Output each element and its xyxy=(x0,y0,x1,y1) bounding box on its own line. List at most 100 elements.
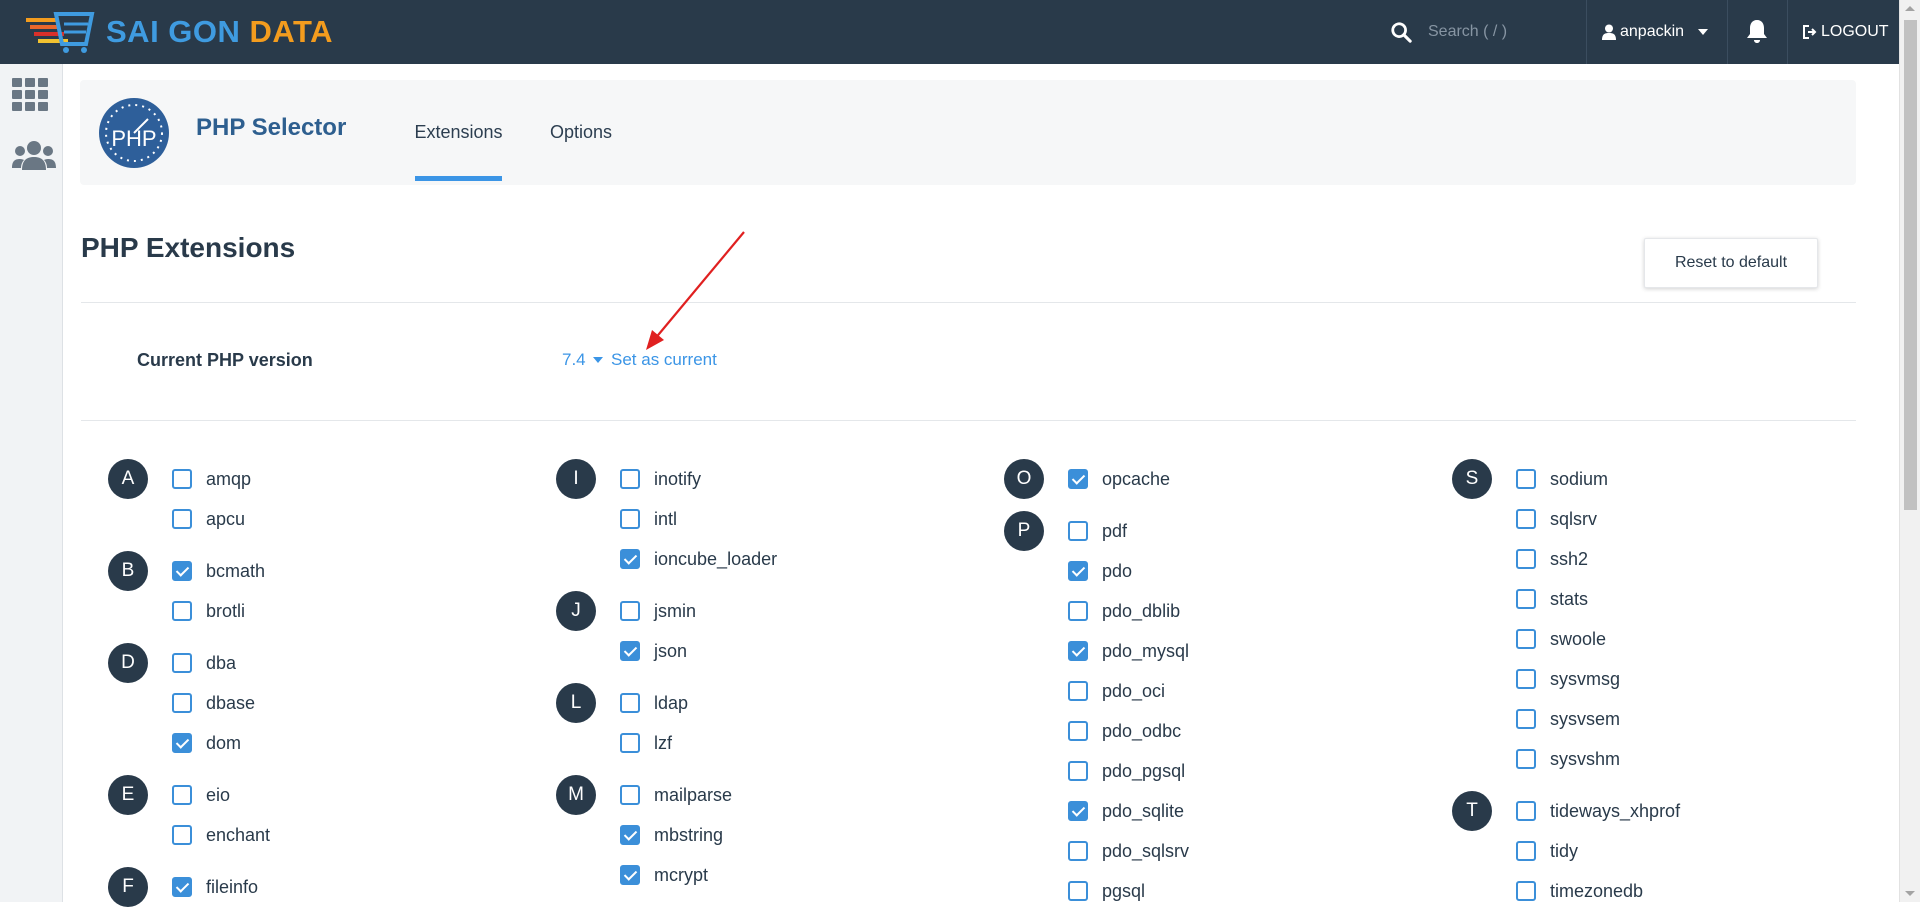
extension-checkbox[interactable] xyxy=(172,561,192,581)
extension-checkbox[interactable] xyxy=(1068,881,1088,901)
extension-item[interactable]: sysvshm xyxy=(1516,739,1620,779)
extension-item[interactable]: swoole xyxy=(1516,619,1606,659)
extension-item[interactable]: opcache xyxy=(1068,459,1170,499)
extension-checkbox[interactable] xyxy=(1516,749,1536,769)
brand-logo[interactable]: SAI GON DATA xyxy=(26,8,333,56)
extension-checkbox[interactable] xyxy=(1068,801,1088,821)
extension-item[interactable]: dbase xyxy=(172,683,255,723)
extension-checkbox[interactable] xyxy=(620,469,640,489)
extension-item[interactable]: apcu xyxy=(172,499,245,539)
extension-item[interactable]: mailparse xyxy=(620,775,732,815)
extension-item[interactable]: dba xyxy=(172,643,236,683)
search-input[interactable] xyxy=(1426,22,1580,42)
extension-item[interactable]: pdo_oci xyxy=(1068,671,1165,711)
extension-checkbox[interactable] xyxy=(620,865,640,885)
extension-checkbox[interactable] xyxy=(620,693,640,713)
extension-checkbox[interactable] xyxy=(620,549,640,569)
extension-checkbox[interactable] xyxy=(1516,549,1536,569)
extension-checkbox[interactable] xyxy=(1516,801,1536,821)
extension-checkbox[interactable] xyxy=(172,601,192,621)
extension-checkbox[interactable] xyxy=(1516,881,1536,901)
extension-item[interactable]: pdo_dblib xyxy=(1068,591,1180,631)
extension-item[interactable]: pdo_pgsql xyxy=(1068,751,1185,791)
php-version-dropdown[interactable]: 7.4 xyxy=(562,350,603,370)
extension-item[interactable]: intl xyxy=(620,499,677,539)
extension-checkbox[interactable] xyxy=(172,509,192,529)
extension-checkbox[interactable] xyxy=(1068,469,1088,489)
extension-item[interactable]: pdo_sqlite xyxy=(1068,791,1184,831)
extension-item[interactable]: sysvsem xyxy=(1516,699,1620,739)
extension-item[interactable]: tideways_xhprof xyxy=(1516,791,1680,831)
extension-item[interactable]: mbstring xyxy=(620,815,723,855)
extension-checkbox[interactable] xyxy=(1068,521,1088,541)
extension-item[interactable]: ssh2 xyxy=(1516,539,1588,579)
extension-item[interactable]: amqp xyxy=(172,459,251,499)
extension-item[interactable]: sodium xyxy=(1516,459,1608,499)
extension-checkbox[interactable] xyxy=(1516,509,1536,529)
extension-checkbox[interactable] xyxy=(1068,561,1088,581)
extension-checkbox[interactable] xyxy=(620,509,640,529)
extension-item[interactable]: timezonedb xyxy=(1516,871,1643,911)
extension-checkbox[interactable] xyxy=(1516,469,1536,489)
extension-checkbox[interactable] xyxy=(620,601,640,621)
extension-item[interactable]: jsmin xyxy=(620,591,696,631)
extension-item[interactable]: lzf xyxy=(620,723,672,763)
bell-icon[interactable] xyxy=(1745,18,1769,44)
scroll-up-icon[interactable] xyxy=(1905,6,1915,11)
logout-button[interactable]: LOGOUT xyxy=(1802,0,1889,64)
extension-checkbox[interactable] xyxy=(172,693,192,713)
extension-checkbox[interactable] xyxy=(1516,841,1536,861)
extension-checkbox[interactable] xyxy=(172,653,192,673)
extension-item[interactable]: sysvmsg xyxy=(1516,659,1620,699)
extension-checkbox[interactable] xyxy=(172,785,192,805)
extension-checkbox[interactable] xyxy=(1516,589,1536,609)
extension-item[interactable]: mcrypt xyxy=(620,855,708,895)
extension-checkbox[interactable] xyxy=(172,877,192,897)
extension-item[interactable]: pgsql xyxy=(1068,871,1145,911)
extension-checkbox[interactable] xyxy=(1068,841,1088,861)
extension-checkbox[interactable] xyxy=(1516,629,1536,649)
tab-extensions[interactable]: Extensions xyxy=(414,80,503,185)
user-menu[interactable]: anpackin xyxy=(1602,0,1709,64)
extension-checkbox[interactable] xyxy=(172,469,192,489)
extension-item[interactable]: bcmath xyxy=(172,551,265,591)
extension-item[interactable]: brotli xyxy=(172,591,245,631)
scrollbar-thumb[interactable] xyxy=(1904,20,1917,510)
extension-item[interactable]: ldap xyxy=(620,683,688,723)
page-scrollbar[interactable] xyxy=(1899,0,1920,902)
extension-checkbox[interactable] xyxy=(620,825,640,845)
extension-item[interactable]: enchant xyxy=(172,815,270,855)
extension-checkbox[interactable] xyxy=(1068,681,1088,701)
extension-item[interactable]: ioncube_loader xyxy=(620,539,777,579)
extension-checkbox[interactable] xyxy=(172,733,192,753)
extension-checkbox[interactable] xyxy=(1068,761,1088,781)
extension-item[interactable]: dom xyxy=(172,723,241,763)
extension-checkbox[interactable] xyxy=(172,825,192,845)
extension-item[interactable]: eio xyxy=(172,775,230,815)
extension-checkbox[interactable] xyxy=(1516,669,1536,689)
search-icon[interactable] xyxy=(1390,21,1412,43)
reset-to-default-button[interactable]: Reset to default xyxy=(1644,238,1818,288)
extension-item[interactable]: pdo_mysql xyxy=(1068,631,1189,671)
users-icon[interactable] xyxy=(12,140,56,172)
extension-checkbox[interactable] xyxy=(620,785,640,805)
extension-item[interactable]: pdo_sqlsrv xyxy=(1068,831,1189,871)
extension-checkbox[interactable] xyxy=(1516,709,1536,729)
extension-item[interactable]: pdo xyxy=(1068,551,1132,591)
extension-checkbox[interactable] xyxy=(1068,721,1088,741)
scroll-down-icon[interactable] xyxy=(1905,891,1915,896)
apps-grid-icon[interactable] xyxy=(12,78,50,112)
extension-item[interactable]: pdo_odbc xyxy=(1068,711,1181,751)
extension-checkbox[interactable] xyxy=(1068,641,1088,661)
extension-item[interactable]: inotify xyxy=(620,459,701,499)
extension-item[interactable]: sqlsrv xyxy=(1516,499,1597,539)
tab-options[interactable]: Options xyxy=(550,80,612,185)
extension-item[interactable]: fileinfo xyxy=(172,867,258,907)
extension-item[interactable]: json xyxy=(620,631,687,671)
extension-item[interactable]: tidy xyxy=(1516,831,1578,871)
extension-checkbox[interactable] xyxy=(620,641,640,661)
extension-checkbox[interactable] xyxy=(620,733,640,753)
extension-item[interactable]: stats xyxy=(1516,579,1588,619)
extension-item[interactable]: pdf xyxy=(1068,511,1127,551)
extension-checkbox[interactable] xyxy=(1068,601,1088,621)
